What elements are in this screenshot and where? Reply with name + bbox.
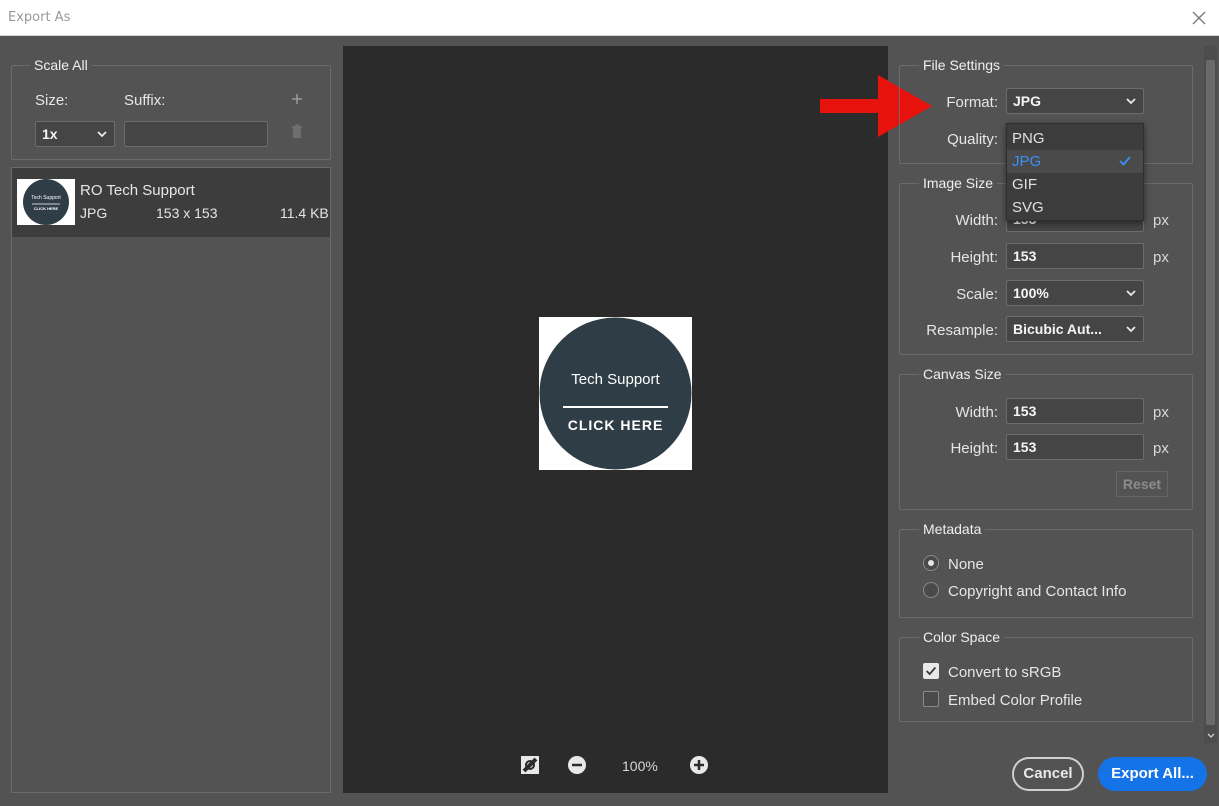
preview-canvas: Tech Support CLICK HERE 100% bbox=[343, 46, 888, 793]
checkmark-icon bbox=[1119, 156, 1131, 166]
cancel-button[interactable]: Cancel bbox=[1012, 757, 1084, 791]
embed-profile-label[interactable]: Embed Color Profile bbox=[948, 692, 1082, 709]
asset-thumbnail: Tech Support CLICK HERE bbox=[17, 179, 75, 225]
size-select[interactable]: 1x bbox=[35, 121, 115, 147]
quality-label: Quality: bbox=[947, 131, 998, 148]
image-height-label: Height: bbox=[950, 249, 998, 266]
convert-srgb-checkbox[interactable] bbox=[923, 663, 939, 679]
chevron-down-icon bbox=[97, 131, 107, 138]
scale-all-title: Scale All bbox=[30, 57, 92, 73]
zoom-level: 100% bbox=[622, 758, 658, 774]
format-option-gif-label: GIF bbox=[1012, 176, 1037, 193]
image-width-label: Width: bbox=[955, 212, 998, 229]
format-option-png[interactable]: PNG bbox=[1007, 127, 1143, 150]
close-icon[interactable] bbox=[1189, 8, 1209, 28]
canvas-size-title: Canvas Size bbox=[919, 366, 1006, 382]
suffix-input[interactable] bbox=[124, 121, 268, 147]
format-option-gif[interactable]: GIF bbox=[1007, 173, 1143, 196]
scroll-down-icon[interactable] bbox=[1206, 731, 1216, 741]
asset-dimensions: 153 x 153 bbox=[156, 205, 218, 221]
resample-select[interactable]: Bicubic Aut... bbox=[1006, 316, 1144, 342]
preview-text-bottom: CLICK HERE bbox=[568, 417, 664, 433]
canvas-width-label: Width: bbox=[955, 404, 998, 421]
scale-label: Scale: bbox=[956, 286, 998, 303]
format-dropdown-menu: PNG JPG GIF SVG bbox=[1006, 123, 1144, 221]
settings-scrollbar-thumb[interactable] bbox=[1206, 60, 1215, 725]
thumb-text-top: Tech Support bbox=[31, 195, 61, 201]
resample-value: Bicubic Aut... bbox=[1013, 321, 1102, 337]
export-all-button[interactable]: Export All... bbox=[1098, 757, 1207, 791]
format-value: JPG bbox=[1013, 93, 1042, 109]
reset-button[interactable]: Reset bbox=[1116, 471, 1168, 497]
size-label: Size: bbox=[35, 92, 69, 109]
asset-name: RO Tech Support bbox=[80, 182, 195, 199]
size-value: 1x bbox=[42, 126, 58, 142]
format-option-svg[interactable]: SVG bbox=[1007, 196, 1143, 219]
embed-profile-checkbox[interactable] bbox=[923, 691, 939, 707]
format-select[interactable]: JPG bbox=[1006, 88, 1144, 114]
zoom-out-icon[interactable] bbox=[567, 755, 587, 775]
asset-filesize: 11.4 KB bbox=[280, 205, 329, 221]
format-label: Format: bbox=[946, 94, 998, 111]
resample-label: Resample: bbox=[926, 322, 998, 339]
suffix-label: Suffix: bbox=[124, 92, 166, 109]
metadata-none-radio[interactable] bbox=[923, 555, 939, 571]
canvas-width-unit: px bbox=[1153, 404, 1169, 421]
metadata-none-label[interactable]: None bbox=[948, 556, 984, 573]
chevron-down-icon bbox=[1126, 98, 1136, 105]
image-size-title: Image Size bbox=[919, 175, 998, 191]
asset-format: JPG bbox=[80, 205, 108, 221]
metadata-copyright-radio[interactable] bbox=[923, 582, 939, 598]
format-option-jpg-label: JPG bbox=[1012, 153, 1042, 170]
metadata-group: Metadata bbox=[899, 521, 1193, 618]
scale-select[interactable]: 100% bbox=[1006, 280, 1144, 306]
canvas-height-unit: px bbox=[1153, 440, 1169, 457]
add-icon[interactable] bbox=[290, 92, 304, 106]
zoom-in-icon[interactable] bbox=[689, 755, 709, 775]
preview-text-top: Tech Support bbox=[571, 371, 660, 388]
chevron-down-icon bbox=[1126, 326, 1136, 333]
trash-icon[interactable] bbox=[290, 124, 304, 140]
convert-srgb-label[interactable]: Convert to sRGB bbox=[948, 664, 1061, 681]
window-title: Export As bbox=[8, 10, 71, 25]
image-height-input[interactable]: 153 bbox=[1006, 243, 1144, 269]
canvas-height-label: Height: bbox=[950, 440, 998, 457]
scale-value: 100% bbox=[1013, 285, 1049, 301]
format-option-png-label: PNG bbox=[1012, 130, 1045, 147]
metadata-copyright-label[interactable]: Copyright and Contact Info bbox=[948, 583, 1126, 600]
file-settings-title: File Settings bbox=[919, 57, 1005, 73]
asset-list: Tech Support CLICK HERE RO Tech Support … bbox=[11, 167, 331, 793]
format-option-svg-label: SVG bbox=[1012, 199, 1044, 216]
toggle-background-icon[interactable] bbox=[520, 755, 540, 775]
title-bar: Export As bbox=[0, 0, 1219, 36]
canvas-height-input[interactable]: 153 bbox=[1006, 434, 1144, 460]
image-width-unit: px bbox=[1153, 212, 1169, 229]
metadata-title: Metadata bbox=[919, 521, 986, 537]
chevron-down-icon bbox=[1126, 290, 1136, 297]
thumb-text-bottom: CLICK HERE bbox=[34, 206, 59, 211]
format-option-jpg[interactable]: JPG bbox=[1007, 150, 1143, 173]
color-space-title: Color Space bbox=[919, 629, 1005, 645]
image-height-unit: px bbox=[1153, 249, 1169, 266]
preview-image: Tech Support CLICK HERE bbox=[539, 317, 692, 470]
checkmark-icon bbox=[926, 666, 937, 676]
list-item[interactable]: Tech Support CLICK HERE RO Tech Support … bbox=[12, 168, 330, 237]
canvas-width-input[interactable]: 153 bbox=[1006, 398, 1144, 424]
